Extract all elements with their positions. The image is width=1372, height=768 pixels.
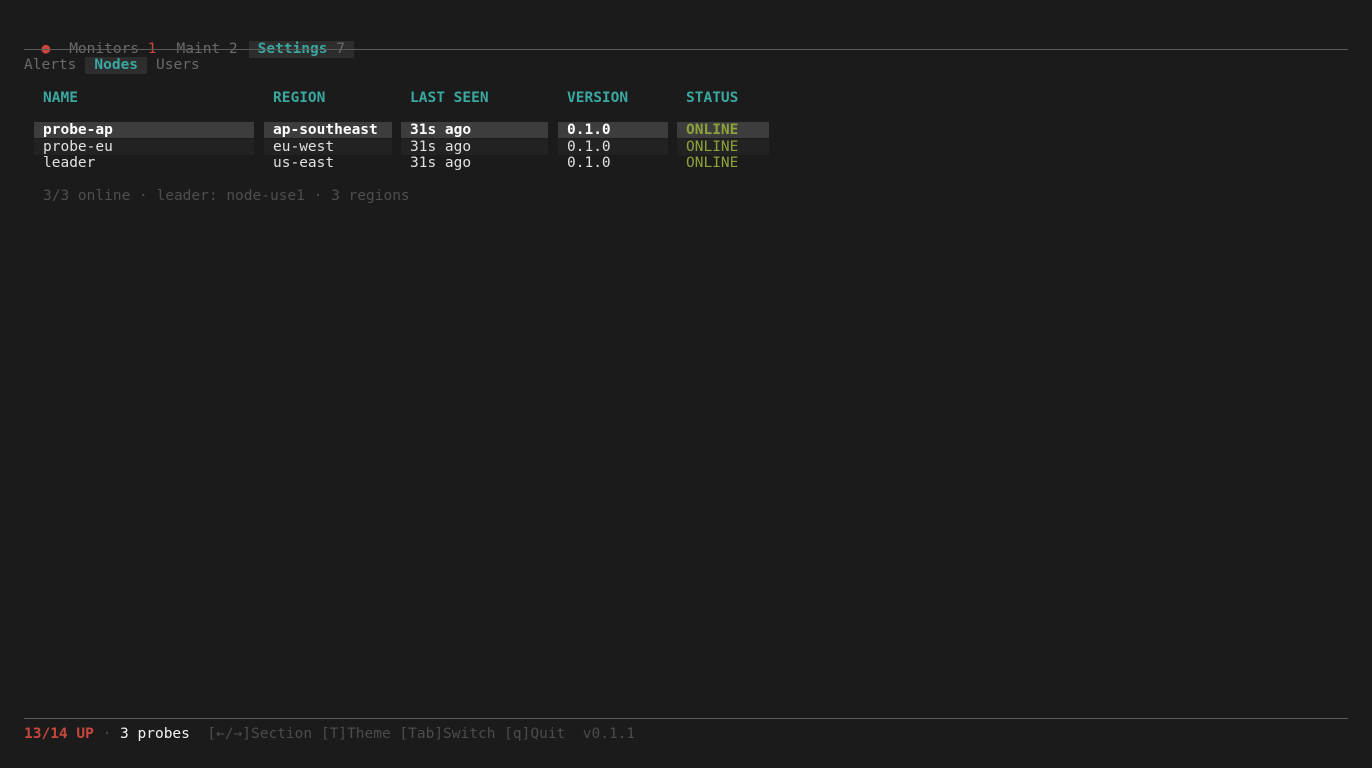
app-version: v0.1.1 bbox=[582, 726, 636, 742]
node-status-cell: ONLINE bbox=[686, 155, 739, 171]
node-last-seen-cell: 31s ago bbox=[401, 139, 548, 155]
status-bar: 13/14 UP · 3 probes [←/→]Section [T]Them… bbox=[24, 726, 635, 743]
node-region-cell: ap-southeast bbox=[264, 122, 392, 138]
keybinding-hints: [←/→]Section [T]Theme [Tab]Switch [q]Qui… bbox=[207, 726, 566, 742]
column-header-status: STATUS bbox=[686, 90, 739, 106]
column-header-name: NAME bbox=[43, 90, 78, 106]
node-status-cell: ONLINE bbox=[677, 122, 769, 138]
node-last-seen-cell: 31s ago bbox=[401, 122, 548, 138]
top-tab-bar: ● Monitors 1 Maint 2 Settings 7 bbox=[24, 24, 356, 58]
node-region-cell: us-east bbox=[273, 155, 335, 171]
uptime-summary: 13/14 UP bbox=[24, 726, 94, 742]
subtab-alerts[interactable]: Alerts bbox=[24, 57, 85, 74]
node-last-seen-cell: 31s ago bbox=[410, 155, 472, 171]
node-region-cell: eu-west bbox=[264, 139, 392, 155]
bottom-divider bbox=[24, 718, 1348, 719]
settings-subtabs: Alerts Nodes Users bbox=[24, 57, 209, 74]
node-version-cell: 0.1.0 bbox=[567, 155, 611, 171]
nodes-summary: 3/3 online · leader: node-use1 · 3 regio… bbox=[43, 188, 410, 204]
node-status-cell: ONLINE bbox=[677, 139, 769, 155]
node-name-cell: probe-eu bbox=[34, 139, 254, 155]
node-version-cell: 0.1.0 bbox=[558, 122, 668, 138]
footer-separator: · bbox=[102, 726, 112, 742]
top-divider bbox=[24, 49, 1348, 50]
node-name-cell: probe-ap bbox=[34, 122, 254, 138]
column-header-region: REGION bbox=[273, 90, 326, 106]
subtab-nodes[interactable]: Nodes bbox=[85, 57, 148, 74]
column-header-last-seen: LAST SEEN bbox=[410, 90, 489, 106]
node-version-cell: 0.1.0 bbox=[558, 139, 668, 155]
node-name-cell: leader bbox=[43, 155, 96, 171]
subtab-users[interactable]: Users bbox=[147, 57, 209, 74]
column-header-version: VERSION bbox=[567, 90, 629, 106]
probe-count: 3 probes bbox=[120, 726, 190, 742]
